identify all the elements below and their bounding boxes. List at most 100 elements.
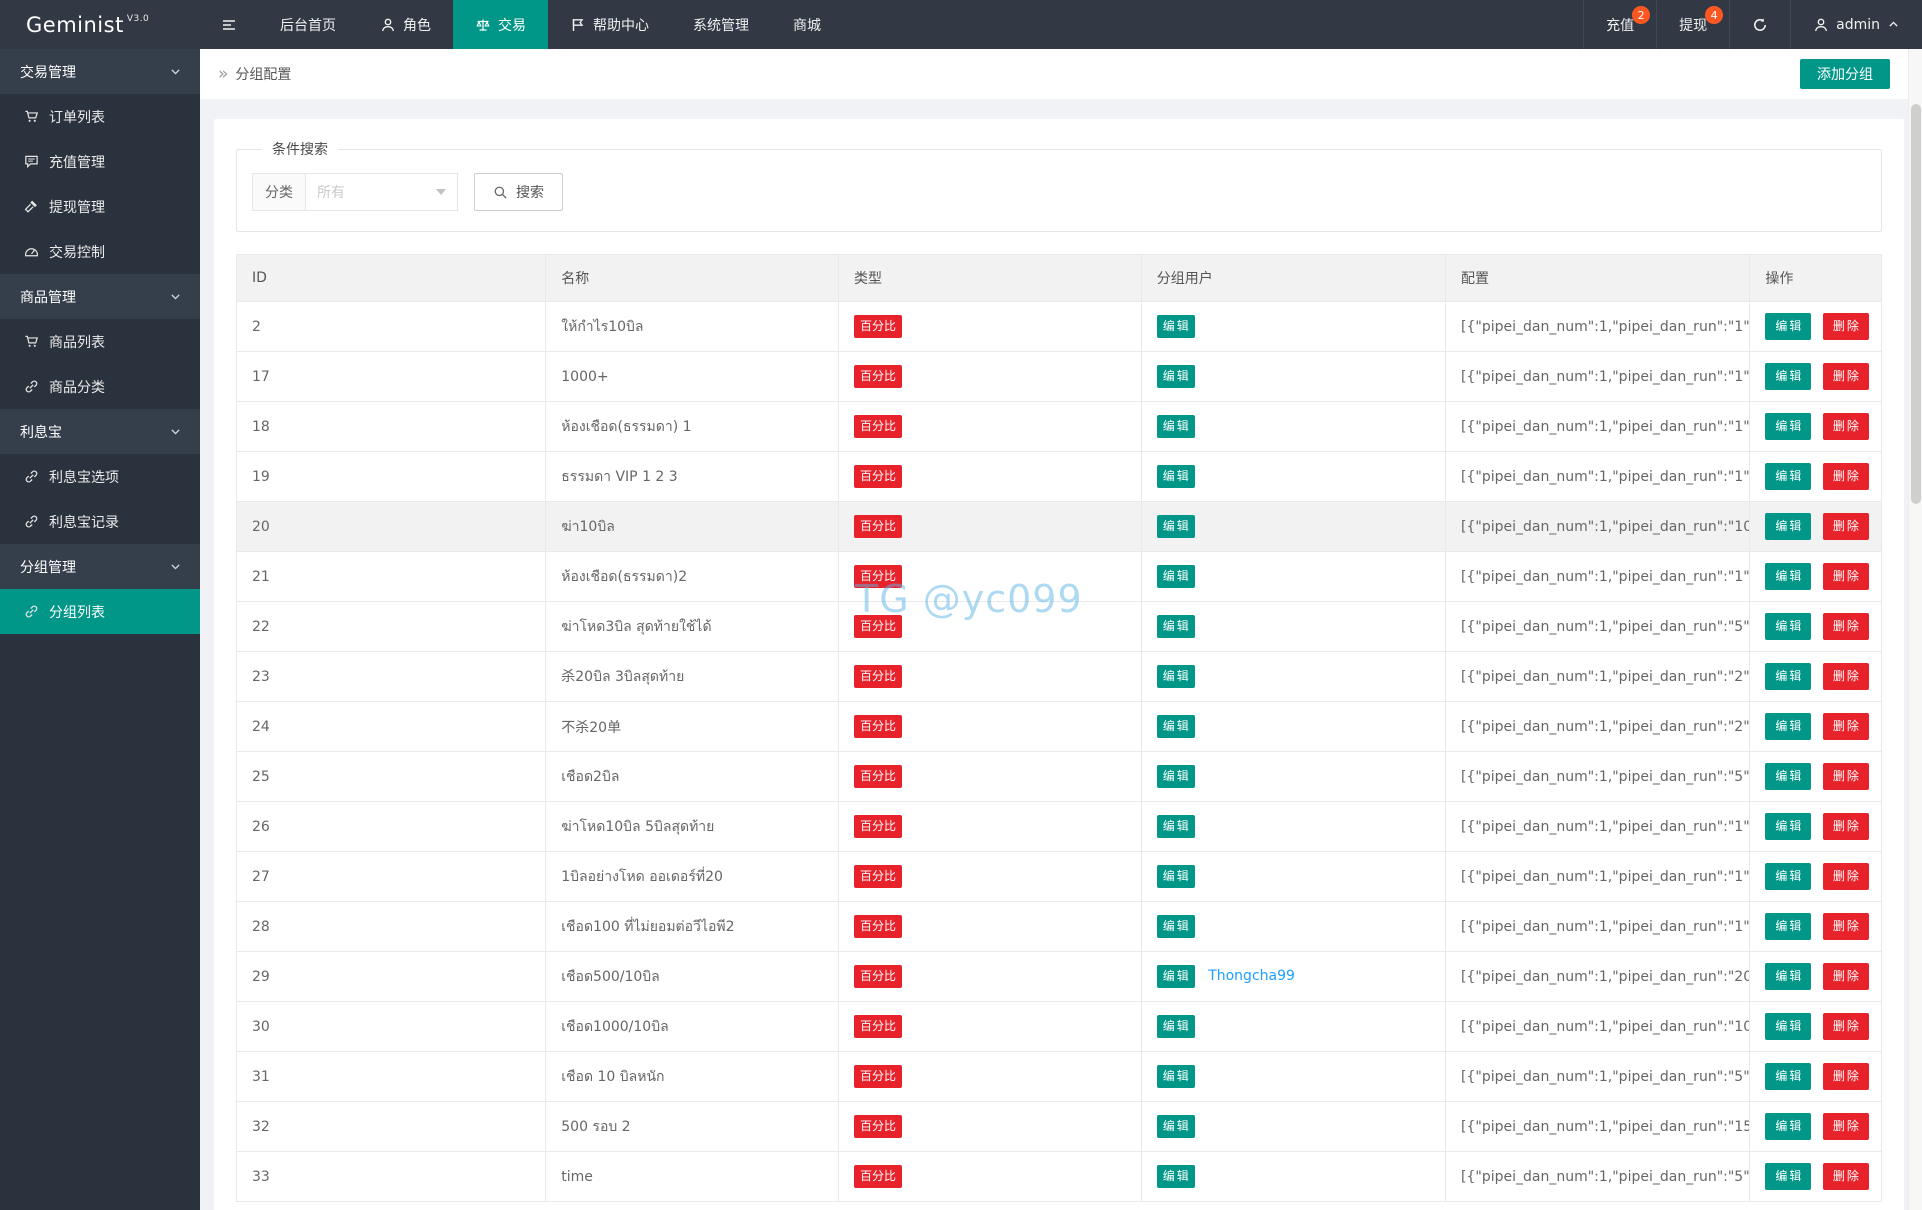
cell-type: 百分比 — [839, 1052, 1142, 1102]
nav-item-roles[interactable]: 角色 — [358, 0, 453, 49]
sidebar-item-product-category[interactable]: 商品分类 — [0, 364, 200, 409]
delete-row-button[interactable]: 删除 — [1823, 1063, 1869, 1089]
content-card: 条件搜索 分类 所有 搜索 — [214, 119, 1904, 1210]
edit-users-button[interactable]: 编辑 — [1157, 915, 1195, 938]
sidebar-toggle-button[interactable] — [200, 0, 258, 49]
edit-users-button[interactable]: 编辑 — [1157, 865, 1195, 888]
edit-row-button[interactable]: 编辑 — [1765, 1113, 1811, 1139]
delete-row-button[interactable]: 删除 — [1823, 813, 1869, 839]
sidebar-group-trade-management[interactable]: 交易管理 — [0, 49, 200, 94]
edit-row-button[interactable]: 编辑 — [1765, 513, 1811, 539]
category-select[interactable]: 所有 — [306, 173, 458, 211]
nav-item-mall[interactable]: 商城 — [771, 0, 843, 49]
delete-row-button[interactable]: 删除 — [1823, 713, 1869, 739]
edit-row-button[interactable]: 编辑 — [1765, 1013, 1811, 1039]
delete-row-button[interactable]: 删除 — [1823, 1013, 1869, 1039]
nav-item-home[interactable]: 后台首页 — [258, 0, 358, 49]
delete-row-button[interactable]: 删除 — [1823, 963, 1869, 989]
delete-row-button[interactable]: 删除 — [1823, 563, 1869, 589]
delete-row-button[interactable]: 删除 — [1823, 513, 1869, 539]
refresh-button[interactable] — [1729, 0, 1790, 49]
delete-row-button[interactable]: 删除 — [1823, 763, 1869, 789]
delete-row-button[interactable]: 删除 — [1823, 463, 1869, 489]
edit-row-button[interactable]: 编辑 — [1765, 313, 1811, 339]
edit-users-button[interactable]: 编辑 — [1157, 765, 1195, 788]
cell-type: 百分比 — [839, 302, 1142, 352]
delete-row-button[interactable]: 删除 — [1823, 1163, 1869, 1189]
edit-row-button[interactable]: 编辑 — [1765, 563, 1811, 589]
nav-item-trade[interactable]: 交易 — [453, 0, 548, 49]
edit-users-button[interactable]: 编辑 — [1157, 515, 1195, 538]
edit-users-button[interactable]: 编辑 — [1157, 1015, 1195, 1038]
sidebar-item-interest-options[interactable]: 利息宝选项 — [0, 454, 200, 499]
edit-row-button[interactable]: 编辑 — [1765, 813, 1811, 839]
delete-row-button[interactable]: 删除 — [1823, 663, 1869, 689]
delete-row-button[interactable]: 删除 — [1823, 863, 1869, 889]
delete-row-button[interactable]: 删除 — [1823, 1113, 1869, 1139]
nav-item-help-center[interactable]: 帮助中心 — [548, 0, 671, 49]
sidebar-group-interest-treasure[interactable]: 利息宝 — [0, 409, 200, 454]
delete-row-button[interactable]: 删除 — [1823, 913, 1869, 939]
cell-users: 编辑 — [1141, 652, 1445, 702]
edit-row-button[interactable]: 编辑 — [1765, 1163, 1811, 1189]
edit-row-button[interactable]: 编辑 — [1765, 363, 1811, 389]
edit-users-button[interactable]: 编辑 — [1157, 465, 1195, 488]
edit-users-button[interactable]: 编辑 — [1157, 415, 1195, 438]
edit-users-button[interactable]: 编辑 — [1157, 565, 1195, 588]
edit-row-button[interactable]: 编辑 — [1765, 663, 1811, 689]
edit-users-button[interactable]: 编辑 — [1157, 665, 1195, 688]
edit-row-button[interactable]: 编辑 — [1765, 963, 1811, 989]
scrollbar[interactable] — [1908, 49, 1922, 1210]
cell-users: 编辑 Thongcha99 — [1141, 952, 1445, 1002]
edit-users-button[interactable]: 编辑 — [1157, 315, 1195, 338]
sidebar-group-group-management[interactable]: 分组管理 — [0, 544, 200, 589]
sidebar-item-withdraw-management[interactable]: 提现管理 — [0, 184, 200, 229]
page-title: 分组配置 — [235, 64, 1800, 84]
sidebar-item-group-list[interactable]: 分组列表 — [0, 589, 200, 634]
cell-id: 21 — [237, 552, 546, 602]
delete-row-button[interactable]: 删除 — [1823, 363, 1869, 389]
edit-users-button[interactable]: 编辑 — [1157, 715, 1195, 738]
edit-users-button[interactable]: 编辑 — [1157, 1115, 1195, 1138]
user-link[interactable]: Thongcha99 — [1208, 968, 1295, 984]
type-badge: 百分比 — [854, 965, 902, 988]
edit-row-button[interactable]: 编辑 — [1765, 713, 1811, 739]
add-group-button[interactable]: 添加分组 — [1800, 59, 1890, 89]
flag-icon — [570, 17, 586, 33]
edit-users-button[interactable]: 编辑 — [1157, 815, 1195, 838]
edit-row-button[interactable]: 编辑 — [1765, 413, 1811, 439]
scrollbar-thumb[interactable] — [1911, 104, 1921, 504]
cell-type: 百分比 — [839, 602, 1142, 652]
cell-actions: 编辑 删除 — [1750, 952, 1882, 1002]
edit-row-button[interactable]: 编辑 — [1765, 613, 1811, 639]
edit-row-button[interactable]: 编辑 — [1765, 1063, 1811, 1089]
delete-row-button[interactable]: 删除 — [1823, 613, 1869, 639]
cell-users: 编辑 — [1141, 802, 1445, 852]
sidebar-item-order-list[interactable]: 订单列表 — [0, 94, 200, 139]
edit-row-button[interactable]: 编辑 — [1765, 463, 1811, 489]
user-menu[interactable]: admin — [1790, 0, 1922, 49]
edit-users-button[interactable]: 编辑 — [1157, 965, 1195, 988]
sidebar-item-interest-records[interactable]: 利息宝记录 — [0, 499, 200, 544]
search-button[interactable]: 搜索 — [474, 173, 563, 211]
delete-row-button[interactable]: 删除 — [1823, 313, 1869, 339]
col-header-name: 名称 — [546, 255, 839, 302]
edit-users-button[interactable]: 编辑 — [1157, 1065, 1195, 1088]
edit-row-button[interactable]: 编辑 — [1765, 763, 1811, 789]
edit-users-button[interactable]: 编辑 — [1157, 1165, 1195, 1188]
quick-withdraw[interactable]: 提现 4 — [1656, 0, 1729, 49]
quick-recharge[interactable]: 充值 2 — [1583, 0, 1656, 49]
edit-users-button[interactable]: 编辑 — [1157, 365, 1195, 388]
nav-item-system[interactable]: 系统管理 — [671, 0, 771, 49]
sidebar-group-product-management[interactable]: 商品管理 — [0, 274, 200, 319]
sidebar-item-recharge-management[interactable]: 充值管理 — [0, 139, 200, 184]
edit-users-button[interactable]: 编辑 — [1157, 615, 1195, 638]
sidebar-item-product-list[interactable]: 商品列表 — [0, 319, 200, 364]
delete-row-button[interactable]: 删除 — [1823, 413, 1869, 439]
cell-config: [{"pipei_dan_num":1,"pipei_dan_run":"10"… — [1446, 1002, 1750, 1052]
refresh-icon — [1752, 17, 1768, 33]
edit-row-button[interactable]: 编辑 — [1765, 863, 1811, 889]
edit-row-button[interactable]: 编辑 — [1765, 913, 1811, 939]
link-icon — [24, 514, 39, 529]
sidebar-item-trade-control[interactable]: 交易控制 — [0, 229, 200, 274]
